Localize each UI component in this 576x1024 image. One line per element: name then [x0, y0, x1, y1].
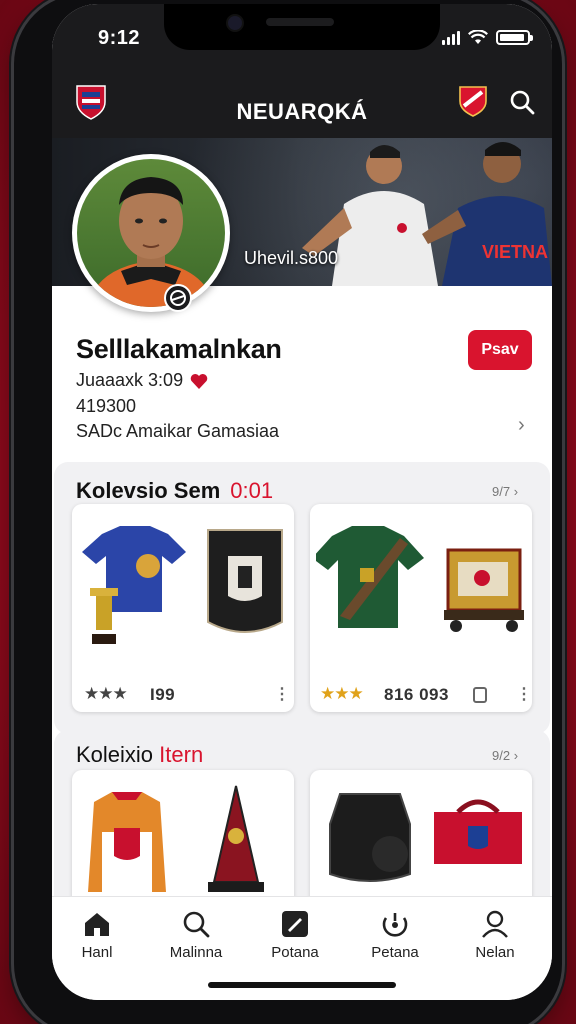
banner-caption: Uhevil.s800 [244, 248, 339, 268]
player-portrait [87, 177, 215, 307]
section-title-text: Koleixio [76, 742, 154, 767]
tab-label: Petana [371, 944, 419, 961]
svg-text:VIETNA: VIETNA [482, 242, 548, 262]
profile-icon [482, 910, 508, 938]
home-icon [85, 913, 109, 936]
chevron-right-icon: › [513, 484, 519, 499]
tab-label: Hanl [81, 944, 113, 961]
club-crest-icon[interactable] [458, 84, 488, 118]
collection-card[interactable]: ★★★ I99 ⋮ [72, 504, 294, 712]
screen-content: NEUARQKÁ VIETNA Uhevil.s800 Selllakamaln… [52, 4, 552, 1000]
follow-button[interactable]: Psav [468, 330, 532, 370]
tab-label: Malinna [169, 944, 223, 961]
tab-label: Potana [271, 944, 319, 961]
price: I99 [150, 685, 176, 704]
player-photo: VIETNA [422, 142, 552, 286]
activity-icon [382, 913, 408, 937]
more-options-icon[interactable]: ⋮ [274, 684, 290, 704]
profile-stat-1: Juaaaxk 3:09 [76, 370, 184, 390]
collection-card[interactable]: ★★★ 816 093 ⋮ [310, 504, 532, 712]
profile-stat-2: 419300 [76, 396, 137, 416]
pencil-icon [282, 911, 308, 937]
search-icon [183, 911, 210, 938]
vest-and-bag-icon [329, 793, 522, 882]
section-title-text: Kolevsio Sem [76, 478, 221, 503]
section-see-all[interactable]: 9/2 › [492, 748, 518, 763]
tab-label: Nelan [475, 944, 515, 961]
profile-name: Selllakamalnkan [76, 334, 282, 364]
bookmark-icon[interactable] [472, 686, 488, 704]
tab-search[interactable]: Malinna [151, 910, 241, 961]
rating: ★★★ [320, 684, 364, 703]
section-count: 9/2 [492, 748, 511, 763]
section-accent: Itern [159, 742, 204, 767]
green-jersey-and-cart-icon [316, 526, 524, 632]
home-indicator[interactable] [208, 982, 396, 988]
tab-home[interactable]: Hanl [52, 910, 142, 961]
jersey-and-shield-icon [82, 526, 283, 644]
section-count: 9/7 [492, 484, 511, 499]
section-accent: 0:01 [230, 478, 274, 503]
price: 816 093 [384, 685, 449, 704]
heart-icon[interactable] [189, 371, 209, 391]
search-icon[interactable] [508, 88, 536, 116]
section-title: Kolevsio Sem 0:01 [76, 478, 273, 504]
profile-stat-row: Juaaaxk 3:09 [76, 370, 209, 391]
verified-badge-icon [164, 284, 192, 312]
tab-activity[interactable]: Petana [350, 910, 440, 961]
more-options-icon[interactable]: ⋮ [516, 684, 532, 704]
orange-jersey-and-trophy-icon [88, 785, 264, 892]
tab-profile[interactable]: Nelan [450, 910, 540, 961]
section-see-all[interactable]: 9/7 › [492, 484, 518, 499]
tab-edit[interactable]: Potana [250, 910, 340, 961]
avatar[interactable] [72, 154, 230, 312]
rating: ★★★ [84, 684, 128, 703]
profile-stat-3: SADc Amaikar Gamasiaa [76, 421, 280, 441]
chevron-right-icon: › [513, 748, 519, 763]
section-title: Koleixio Itern [76, 742, 203, 768]
chevron-right-icon[interactable]: › [518, 414, 525, 437]
